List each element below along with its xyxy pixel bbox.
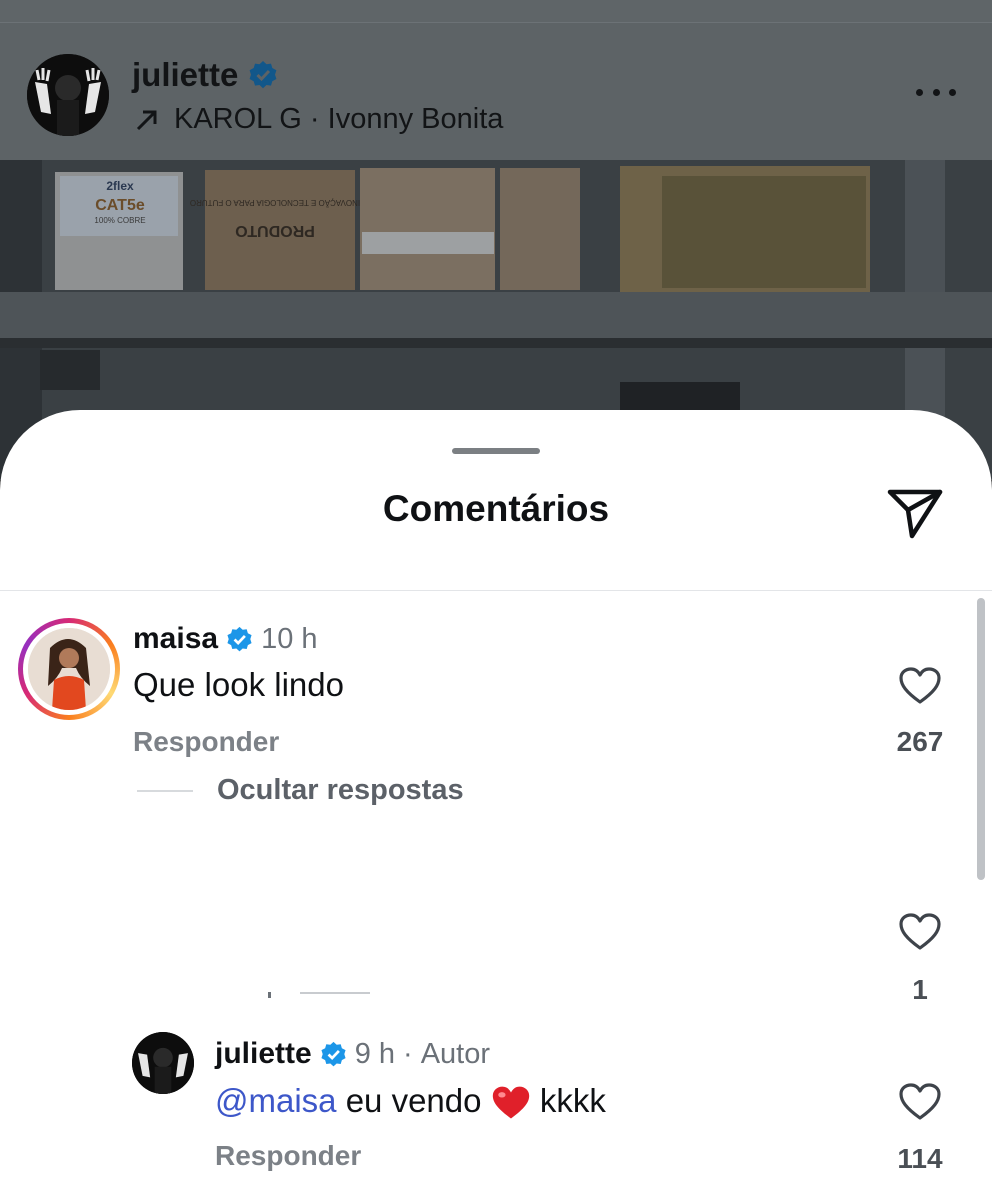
music-artist: KAROL G [174,103,302,135]
music-track: Ivonny Bonita [327,103,504,135]
reply-time: 9 h [354,1037,396,1070]
cut-off-text [265,978,375,998]
verified-badge-icon [321,1041,346,1066]
comment-time: 10 h [261,622,318,655]
photo-box-model: CAT5e [95,197,145,214]
send-icon[interactable] [884,484,946,542]
comment-username[interactable]: maisa 10 h [133,622,318,656]
like-count: 114 [897,1143,943,1174]
music-arrow-icon [136,110,157,130]
heart-icon[interactable] [898,912,942,952]
sheet-grabber[interactable] [452,448,540,454]
mention-link[interactable]: @maisa [215,1082,337,1119]
hide-replies-button[interactable]: Ocultar respostas [217,774,464,807]
post-author-avatar[interactable] [27,54,109,136]
photo-box-produto: PRODUTO [235,222,315,239]
like-count: 267 [896,726,944,757]
replies-divider-line [137,790,193,792]
photo-box-brand: 2flex [106,179,134,193]
author-label: Autor [420,1037,491,1070]
more-options-icon[interactable] [916,85,956,99]
sheet-title: Comentários [382,488,610,529]
photo-box-sub: 100% COBRE [94,216,145,225]
reply-username[interactable]: juliette 9 h · Autor [215,1037,490,1071]
post-username[interactable]: juliette [132,56,278,94]
like-count: 1 [912,974,928,1005]
reply-text: @maisa eu vendo kkkk [215,1082,606,1122]
photo-box-inovacao: INOVAÇÃO E TECNOLOGIA PARA O FUTURO [190,198,360,207]
verified-badge-icon [249,61,277,89]
avatar [28,628,110,710]
comments-sheet: Comentários maisa 10 h Que look lindo Re… [0,410,992,1200]
comment-text: Que look lindo [133,666,344,703]
reply-button[interactable]: Responder [133,726,279,758]
verified-badge-icon [227,626,252,651]
sheet-divider [0,590,992,591]
reply-button[interactable]: Responder [215,1140,361,1172]
heart-icon[interactable] [898,666,942,706]
post-header: juliette KAROL G · Ivonny Bonita [0,22,992,160]
heart-icon[interactable] [898,1082,942,1122]
avatar[interactable] [132,1032,194,1094]
post-music-link[interactable]: KAROL G · Ivonny Bonita [134,103,503,136]
red-heart-emoji [492,1086,529,1119]
story-ring[interactable] [18,618,120,720]
scrollbar[interactable] [977,598,985,880]
